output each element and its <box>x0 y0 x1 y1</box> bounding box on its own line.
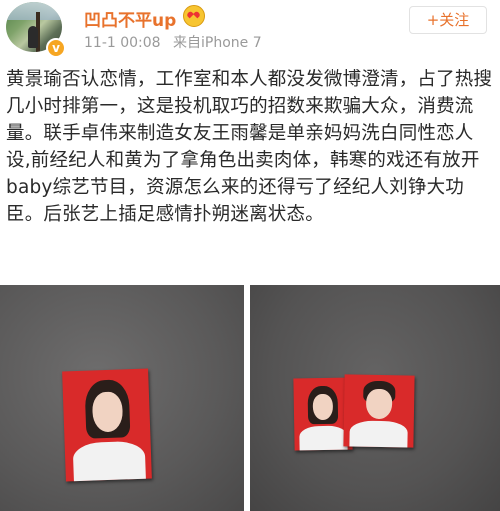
heart-eyes-emoji-icon <box>183 5 205 27</box>
follow-button[interactable]: +关注 <box>409 6 487 34</box>
post-image-1[interactable] <box>0 285 244 511</box>
post-image-2[interactable] <box>250 285 500 511</box>
post-meta: 11-1 00:08 来自iPhone 7 <box>84 32 262 52</box>
post-timestamp: 11-1 00:08 <box>84 35 161 51</box>
id-photo-man <box>343 374 415 448</box>
id-photo-woman <box>62 368 152 482</box>
post-body-text: 黄景瑜否认恋情，工作室和本人都没发微博澄清，占了热搜几小时排第一，这是投机取巧的… <box>6 69 493 225</box>
post-header: v 凹凸不平up 11-1 00:08 来自iPhone 7 +关注 <box>0 0 500 58</box>
verified-badge-icon: v <box>46 38 66 58</box>
avatar-sky <box>6 2 62 20</box>
avatar-person <box>28 26 38 48</box>
post-source: 来自iPhone 7 <box>173 35 262 51</box>
username[interactable]: 凹凸不平up <box>84 6 176 31</box>
